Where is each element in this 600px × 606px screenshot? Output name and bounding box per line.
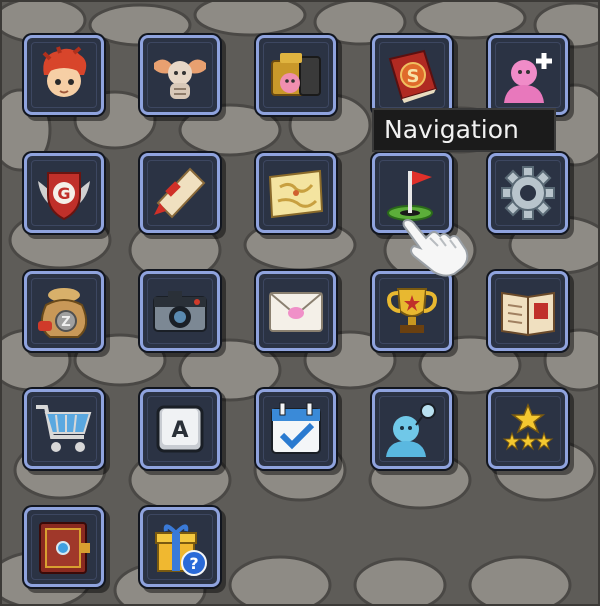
skill-book-menu-button[interactable]: S [372,35,452,115]
quest-scroll-icon [154,167,206,219]
collection-menu-button[interactable] [488,271,568,351]
keyboard-menu-button[interactable]: A [140,389,220,469]
money-bag-menu-button[interactable]: Z [24,271,104,351]
game-menu-grid: S G Z A ? [0,0,600,606]
inventory-icon [154,59,206,99]
gift-help-menu-button[interactable]: ? [140,507,220,587]
equipment-menu-button[interactable] [256,35,336,115]
settings-gear-icon [501,166,555,220]
settings-menu-button[interactable] [488,153,568,233]
keyboard-key-icon: A [156,405,204,453]
money-bag-icon: Z [38,288,88,338]
equipment-icon [271,53,321,96]
navigation-tooltip: Navigation [372,108,556,152]
trophy-menu-button[interactable] [372,271,452,351]
card-album-menu-button[interactable] [24,507,104,587]
gift-help-icon: ? [155,524,207,576]
guild-icon: G [38,172,90,221]
hand-cursor-icon [402,218,469,277]
world-map-menu-button[interactable] [256,153,336,233]
star-rank-icon [502,402,554,451]
mail-icon [269,292,323,332]
add-friend-menu-button[interactable] [488,35,568,115]
mail-menu-button[interactable] [256,271,336,351]
world-map-icon [268,169,324,219]
chat-menu-button[interactable] [372,389,452,469]
calendar-menu-button[interactable] [256,389,336,469]
shop-cart-icon [36,405,92,452]
character-icon [42,46,87,97]
add-friend-icon [504,53,552,103]
camera-menu-button[interactable] [140,271,220,351]
chat-icon [386,403,436,457]
svg-text:S: S [407,66,420,87]
navigation-flag-icon [387,171,433,221]
svg-text:A: A [171,418,188,443]
character-menu-button[interactable] [24,35,104,115]
svg-text:G: G [57,184,70,203]
skill-book-icon: S [388,49,438,103]
calendar-icon [271,402,321,454]
guild-menu-button[interactable]: G [24,153,104,233]
camera-icon [153,291,207,332]
collection-book-icon [501,291,555,337]
trophy-icon [387,288,437,333]
quest-menu-button[interactable] [140,153,220,233]
svg-text:?: ? [189,554,198,573]
star-rank-menu-button[interactable] [488,389,568,469]
shop-menu-button[interactable] [24,389,104,469]
svg-text:Z: Z [61,315,70,330]
inventory-menu-button[interactable] [140,35,220,115]
card-album-icon [39,522,90,574]
